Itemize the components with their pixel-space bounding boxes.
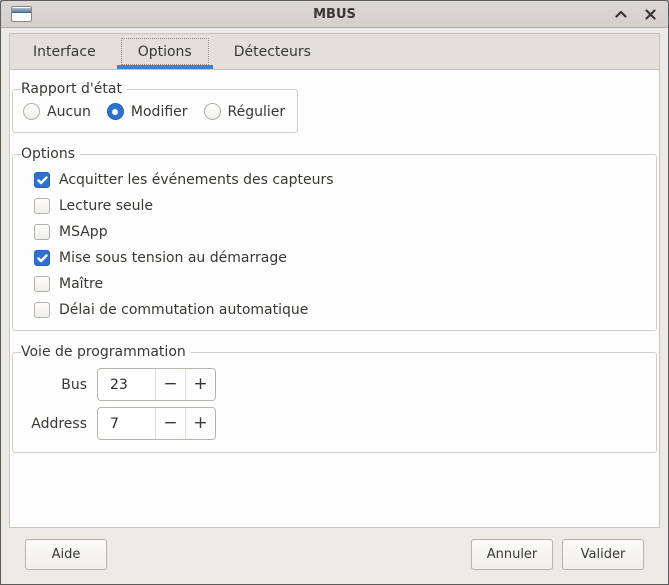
radio-aucun-label: Aucun	[47, 104, 91, 120]
rapport-detat-group: Rapport d'état Aucun Modifier Régulier	[12, 81, 298, 133]
rapport-radio-row: Aucun Modifier Régulier	[21, 101, 287, 122]
help-button[interactable]: Aide	[25, 539, 107, 570]
radio-regulier-label: Régulier	[228, 104, 286, 120]
checkbox-delai-commutation-box[interactable]	[34, 302, 50, 318]
tab-strip: Interface Options Détecteurs	[9, 33, 660, 70]
checkbox-msapp-box[interactable]	[34, 224, 50, 240]
titlebar[interactable]: MBUS	[1, 1, 668, 28]
checkbox-msapp-label: MSApp	[59, 224, 108, 240]
address-label: Address	[21, 416, 87, 432]
window-title: MBUS	[1, 7, 668, 22]
tab-detecteurs[interactable]: Détecteurs	[213, 34, 332, 69]
checkbox-mise-sous-tension-label: Mise sous tension au démarrage	[59, 250, 287, 266]
address-decrement-button[interactable]: −	[155, 408, 185, 439]
checkmark-icon	[37, 254, 48, 263]
options-group: Options Acquitter les événements des cap…	[12, 146, 657, 331]
radio-aucun[interactable]: Aucun	[23, 103, 91, 120]
tab-options[interactable]: Options	[117, 34, 213, 69]
radio-modifier[interactable]: Modifier	[107, 103, 188, 120]
checkbox-maitre[interactable]: Maître	[34, 276, 646, 292]
checkbox-msapp[interactable]: MSApp	[34, 224, 646, 240]
rapport-detat-legend: Rapport d'état	[21, 81, 127, 97]
radio-modifier-label: Modifier	[131, 104, 188, 120]
bus-increment-button[interactable]: +	[185, 369, 215, 400]
options-legend: Options	[21, 146, 80, 162]
chevron-up-icon	[615, 10, 627, 18]
spinner-grid: Bus 23 − + Address 7 − +	[21, 364, 646, 442]
radio-aucun-indicator[interactable]	[23, 103, 40, 120]
address-spinbox: 7 − +	[97, 407, 216, 440]
notebook: Interface Options Détecteurs Rapport d'é…	[9, 33, 660, 528]
window-icon	[11, 6, 32, 22]
checkmark-icon	[37, 176, 48, 185]
shade-button[interactable]	[613, 6, 629, 22]
bus-value-input[interactable]: 23	[98, 369, 155, 400]
address-value-input[interactable]: 7	[98, 408, 155, 439]
ok-button[interactable]: Valider	[562, 539, 644, 570]
checkbox-mise-sous-tension-box[interactable]	[34, 250, 50, 266]
checkbox-acquitter-evenements-label: Acquitter les événements des capteurs	[59, 172, 334, 188]
options-tab-page: Rapport d'état Aucun Modifier Régulier	[9, 70, 660, 528]
checkbox-maitre-label: Maître	[59, 276, 103, 292]
close-button[interactable]	[642, 6, 658, 22]
checkbox-lecture-seule-box[interactable]	[34, 198, 50, 214]
mbus-dialog-window: MBUS Interface Options Détecteurs Rap	[0, 0, 669, 585]
bus-decrement-button[interactable]: −	[155, 369, 185, 400]
address-increment-button[interactable]: +	[185, 408, 215, 439]
bus-row: Bus 23 − +	[21, 368, 646, 401]
radio-modifier-indicator[interactable]	[107, 103, 124, 120]
bus-spinbox: 23 − +	[97, 368, 216, 401]
checkbox-mise-sous-tension[interactable]: Mise sous tension au démarrage	[34, 250, 646, 266]
radio-regulier[interactable]: Régulier	[204, 103, 286, 120]
address-row: Address 7 − +	[21, 407, 646, 440]
checkbox-acquitter-evenements-box[interactable]	[34, 172, 50, 188]
checkbox-acquitter-evenements[interactable]: Acquitter les événements des capteurs	[34, 172, 646, 188]
checkbox-lecture-seule[interactable]: Lecture seule	[34, 198, 646, 214]
voie-programmation-group: Voie de programmation Bus 23 − + Address	[12, 344, 657, 453]
bus-label: Bus	[21, 377, 87, 393]
cancel-button[interactable]: Annuler	[471, 539, 553, 570]
checkbox-delai-commutation-label: Délai de commutation automatique	[59, 302, 308, 318]
radio-regulier-indicator[interactable]	[204, 103, 221, 120]
checkbox-maitre-box[interactable]	[34, 276, 50, 292]
voie-programmation-legend: Voie de programmation	[21, 344, 191, 360]
close-icon	[645, 9, 656, 20]
checkbox-delai-commutation[interactable]: Délai de commutation automatique	[34, 302, 646, 318]
checkbox-lecture-seule-label: Lecture seule	[59, 198, 153, 214]
action-area: Aide Annuler Valider	[1, 528, 668, 584]
options-check-list: Acquitter les événements des capteurs Le…	[21, 166, 646, 320]
tab-interface[interactable]: Interface	[12, 34, 117, 69]
